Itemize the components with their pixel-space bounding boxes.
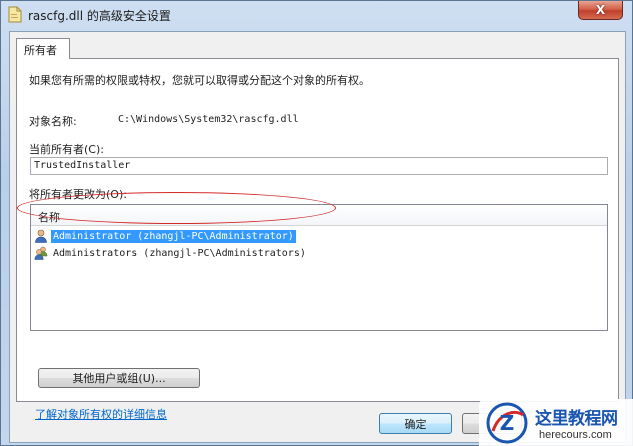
window-title: rascfg.dll 的高级安全设置 [28, 9, 171, 23]
other-users-or-groups-button[interactable]: 其他用户或组(U)... [38, 368, 200, 388]
logo-letter: Z [500, 411, 515, 435]
watermark-site-url: herecours.com [539, 429, 612, 441]
watermark-site-name: 这里教程网 [535, 409, 618, 429]
change-owner-label: 将所有者更改为(O): [29, 188, 127, 201]
close-button[interactable]: X [578, 1, 623, 20]
title-bar[interactable]: rascfg.dll 的高级安全设置 X [1, 1, 632, 29]
current-owner-field[interactable]: TrustedInstaller [30, 157, 608, 175]
list-item-label: Administrator (zhangjl-PC\Administrator) [51, 229, 296, 243]
list-item[interactable]: Administrators (zhangjl-PC\Administrator… [33, 245, 433, 261]
owner-listbox[interactable]: 名称 Administrator (zhangjl-PC\Administrat… [30, 204, 608, 331]
ok-button[interactable]: 确定 [379, 413, 452, 434]
list-item-label: Administrators (zhangjl-PC\Administrator… [53, 247, 306, 259]
learn-ownership-link[interactable]: 了解对象所有权的详细信息 [35, 406, 167, 422]
watermark: Z 这里教程网 herecours.com [479, 399, 633, 446]
list-item[interactable]: Administrator (zhangjl-PC\Administrator) [33, 228, 433, 244]
description-text: 如果您有所需的权限或特权，您就可以取得或分配这个对象的所有权。 [29, 74, 370, 87]
user-icon [35, 229, 47, 243]
close-icon: X [595, 3, 606, 17]
tab-owner[interactable]: 所有者 [16, 38, 70, 59]
object-name-label: 对象名称: [29, 115, 77, 128]
users-group-icon [34, 246, 48, 260]
site-logo-icon: Z [486, 402, 528, 444]
dialog-window: rascfg.dll 的高级安全设置 X 所有者 如果您有所需的权限或特权，您就… [0, 0, 633, 446]
object-name-value: C:\Windows\System32\rascfg.dll [118, 114, 299, 125]
list-column-header-name[interactable]: 名称 [31, 205, 607, 226]
file-icon [8, 6, 22, 23]
client-area: 所有者 如果您有所需的权限或特权，您就可以取得或分配这个对象的所有权。 对象名称… [9, 31, 626, 443]
owner-tab-panel: 如果您有所需的权限或特权，您就可以取得或分配这个对象的所有权。 对象名称: C:… [16, 58, 619, 421]
current-owner-label: 当前所有者(C): [29, 143, 104, 156]
